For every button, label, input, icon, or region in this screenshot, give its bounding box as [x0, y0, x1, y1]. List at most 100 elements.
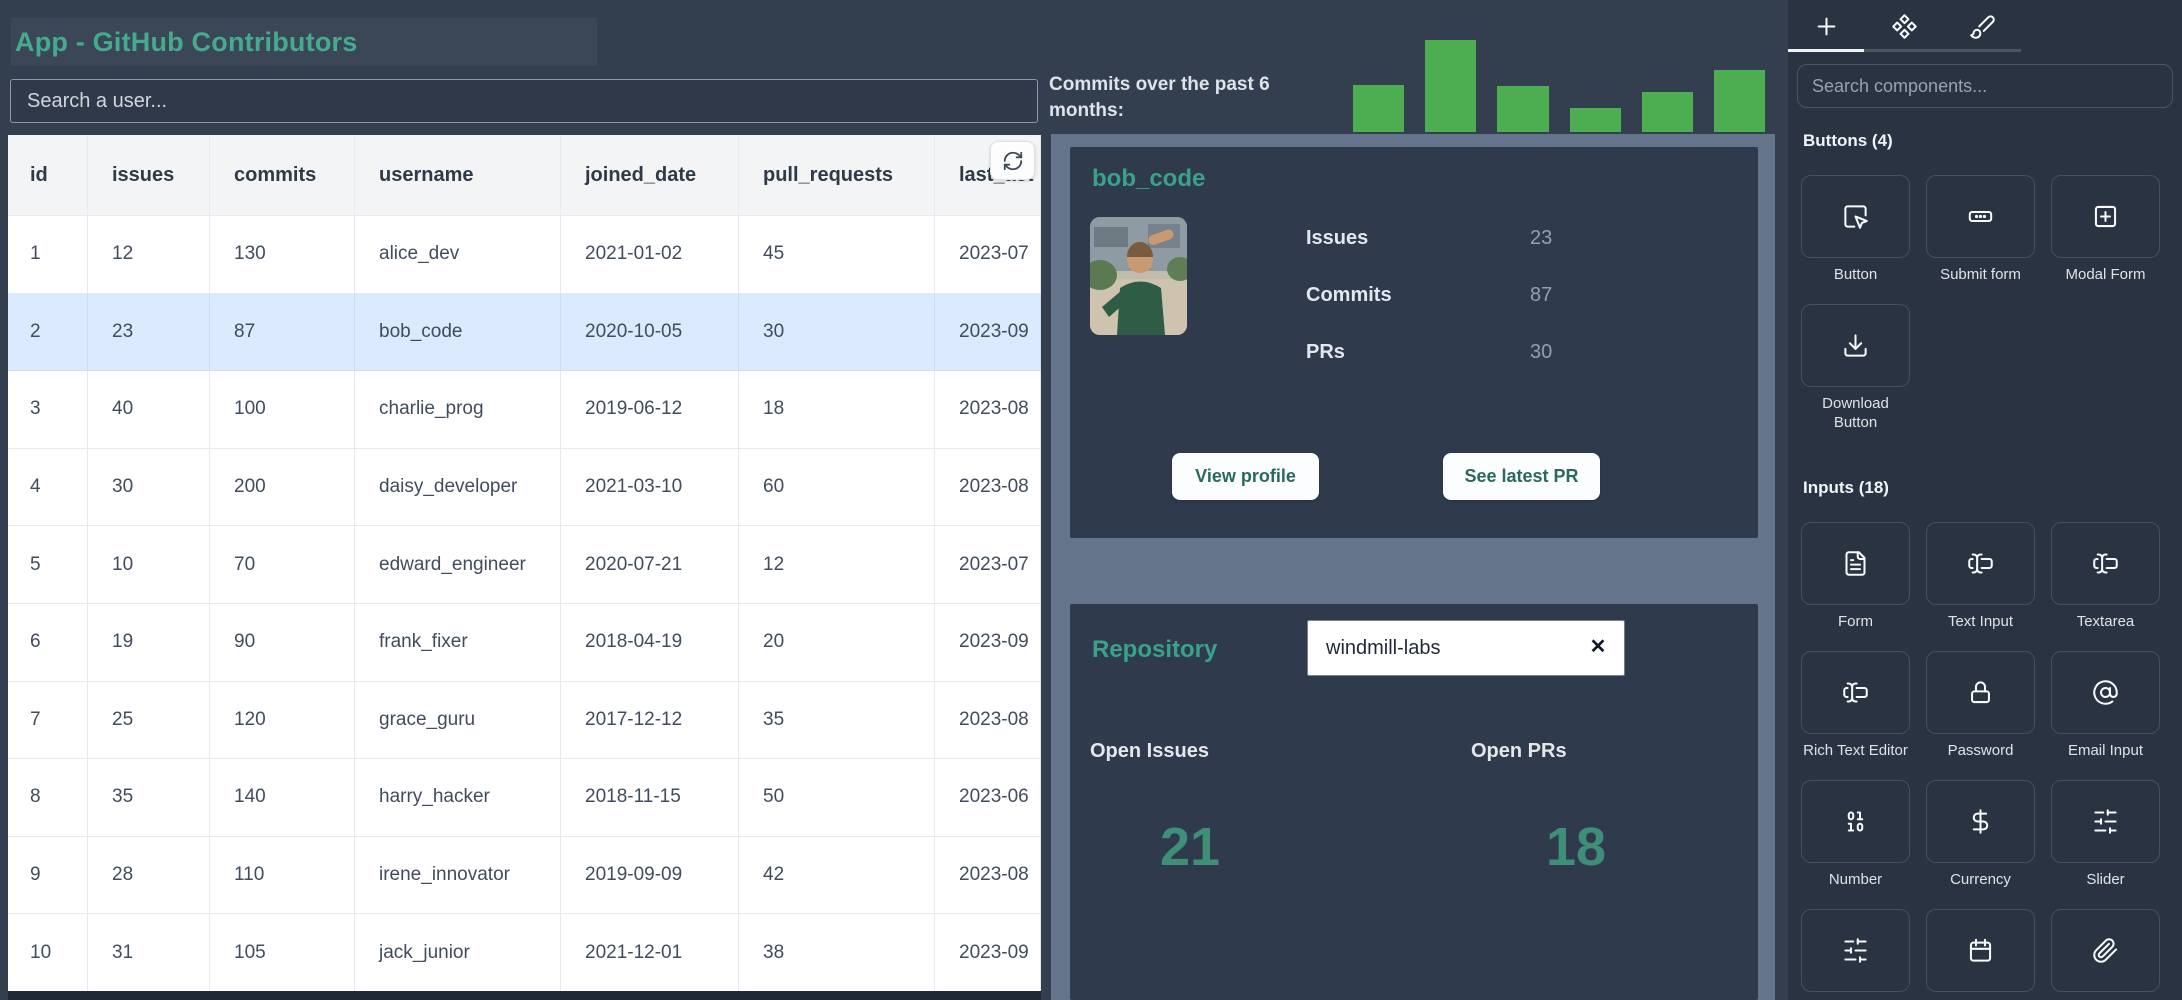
- component-card[interactable]: [2051, 909, 2160, 992]
- table-row[interactable]: 835140harry_hacker2018-11-15502023-06: [8, 759, 1041, 837]
- table-cell: 30: [88, 449, 210, 527]
- component-search-input[interactable]: [1797, 64, 2173, 108]
- component-card[interactable]: [1926, 780, 2035, 863]
- component-item: Password: [1926, 651, 2035, 760]
- tab-components[interactable]: [1866, 0, 1944, 52]
- component-label: Password: [1926, 741, 2035, 760]
- component-card[interactable]: [1801, 909, 1910, 992]
- table-cell: 38: [739, 914, 935, 992]
- tab-active-indicator: [1788, 49, 1864, 52]
- component-card[interactable]: [1926, 651, 2035, 734]
- stat-label: PRs: [1306, 341, 1345, 363]
- table-cell: 10: [8, 914, 88, 992]
- title-highlight: App - GitHub Contributors: [11, 18, 597, 66]
- table-cell: harry_hacker: [355, 759, 561, 837]
- component-card[interactable]: [1926, 909, 2035, 992]
- clear-icon[interactable]: ✕: [1585, 634, 1611, 660]
- sliders-icon: [2092, 808, 2119, 835]
- chart-bar: [1425, 40, 1476, 132]
- table-row[interactable]: 22387bob_code2020-10-05302023-09: [8, 294, 1041, 372]
- component-card[interactable]: [2051, 780, 2160, 863]
- contributors-table: idissuescommitsusernamejoined_datepull_r…: [8, 135, 1041, 992]
- component-item: Email Input: [2051, 651, 2160, 760]
- table-cell: 2023-09: [935, 294, 1041, 372]
- table-row[interactable]: 1031105jack_junior2021-12-01382023-09: [8, 914, 1041, 992]
- stat-label: Commits: [1306, 284, 1392, 306]
- table-row[interactable]: 430200daisy_developer2021-03-10602023-08: [8, 449, 1041, 527]
- table-row[interactable]: 928110irene_innovator2019-09-09422023-08: [8, 837, 1041, 915]
- component-card[interactable]: [2051, 522, 2160, 605]
- table-cell: 40: [88, 371, 210, 449]
- table-cell: 2018-04-19: [561, 604, 739, 682]
- table-cell: 2020-07-21: [561, 526, 739, 604]
- table-cell: 70: [210, 526, 355, 604]
- table-refresh-button[interactable]: [990, 141, 1035, 180]
- table-cell: 35: [88, 759, 210, 837]
- table-cell: bob_code: [355, 294, 561, 372]
- table-cell: 2023-07: [935, 216, 1041, 294]
- component-card[interactable]: [1926, 175, 2035, 258]
- table-row[interactable]: 725120grace_guru2017-12-12352023-08: [8, 682, 1041, 760]
- table-cell: jack_junior: [355, 914, 561, 992]
- table-cell: 25: [88, 682, 210, 760]
- component-item: Modal Form: [2051, 175, 2160, 284]
- component-card[interactable]: [1801, 651, 1910, 734]
- component-sections: Buttons (4)ButtonSubmit formModal FormDo…: [1801, 131, 2173, 999]
- component-card[interactable]: [1801, 780, 1910, 863]
- stat-value: 23: [1530, 227, 1552, 250]
- stat-label: Issues: [1306, 227, 1368, 249]
- table-row[interactable]: 51070edward_engineer2020-07-21122023-07: [8, 526, 1041, 604]
- table-cell: 19: [88, 604, 210, 682]
- download-icon: [1842, 332, 1869, 359]
- tab-style[interactable]: [1943, 0, 2021, 52]
- avatar: [1090, 217, 1187, 335]
- stat-row: PRs30: [1306, 341, 1736, 365]
- repository-card-title: Repository: [1092, 636, 1217, 664]
- table-row[interactable]: 340100charlie_prog2019-06-12182023-08: [8, 371, 1041, 449]
- table-cell: 18: [739, 371, 935, 449]
- table-cell: 60: [739, 449, 935, 527]
- stat-row: Issues 23: [1306, 227, 1736, 251]
- table-cell: 2021-12-01: [561, 914, 739, 992]
- tab-insert[interactable]: [1788, 0, 1866, 52]
- component-card[interactable]: [1801, 175, 1910, 258]
- stat-value: 87: [1530, 284, 1552, 307]
- search-input[interactable]: [10, 79, 1038, 123]
- table-cell: 12: [88, 216, 210, 294]
- table-cell: 120: [210, 682, 355, 760]
- contributor-card: bob_code Issues 23 Commits 87 PRs30 View pro…: [1070, 147, 1758, 538]
- component-card[interactable]: [2051, 651, 2160, 734]
- repository-input[interactable]: [1307, 620, 1625, 676]
- table-header-cell: issues: [88, 135, 210, 216]
- view-profile-button[interactable]: View profile: [1172, 453, 1319, 500]
- table-cell: 2023-08: [935, 837, 1041, 915]
- component-item: Submit form: [1926, 175, 2035, 284]
- components-icon: [1891, 13, 1918, 40]
- commits-bar-chart: [1353, 40, 1765, 132]
- component-label: Rich Text Editor: [1801, 741, 1910, 760]
- component-card[interactable]: [1801, 304, 1910, 387]
- table-cell: 5: [8, 526, 88, 604]
- component-label: Form: [1801, 612, 1910, 631]
- component-label: Slider: [2051, 870, 2160, 889]
- component-item: Rich Text Editor: [1801, 651, 1910, 760]
- component-card[interactable]: [1801, 522, 1910, 605]
- table-cell: 100: [210, 371, 355, 449]
- component-item: Currency: [1926, 780, 2035, 889]
- table-row[interactable]: 112130alice_dev2021-01-02452023-07: [8, 216, 1041, 294]
- component-grid: FormText InputTextareaRich Text EditorPa…: [1801, 522, 2173, 999]
- dollar-icon: [1967, 808, 1994, 835]
- table-cell: 9: [8, 837, 88, 915]
- paperclip-icon: [2092, 937, 2119, 964]
- table-cell: 7: [8, 682, 88, 760]
- component-label: Currency: [1926, 870, 2035, 889]
- component-card[interactable]: [1926, 522, 2035, 605]
- see-latest-pr-button[interactable]: See latest PR: [1443, 453, 1600, 500]
- component-item: Number: [1801, 780, 1910, 889]
- component-card[interactable]: [2051, 175, 2160, 258]
- table-footer-bar: [8, 991, 1041, 1000]
- table-row[interactable]: 61990frank_fixer2018-04-19202023-09: [8, 604, 1041, 682]
- contributor-name: bob_code: [1092, 165, 1205, 193]
- table-cell: 3: [8, 371, 88, 449]
- table-cell: 8: [8, 759, 88, 837]
